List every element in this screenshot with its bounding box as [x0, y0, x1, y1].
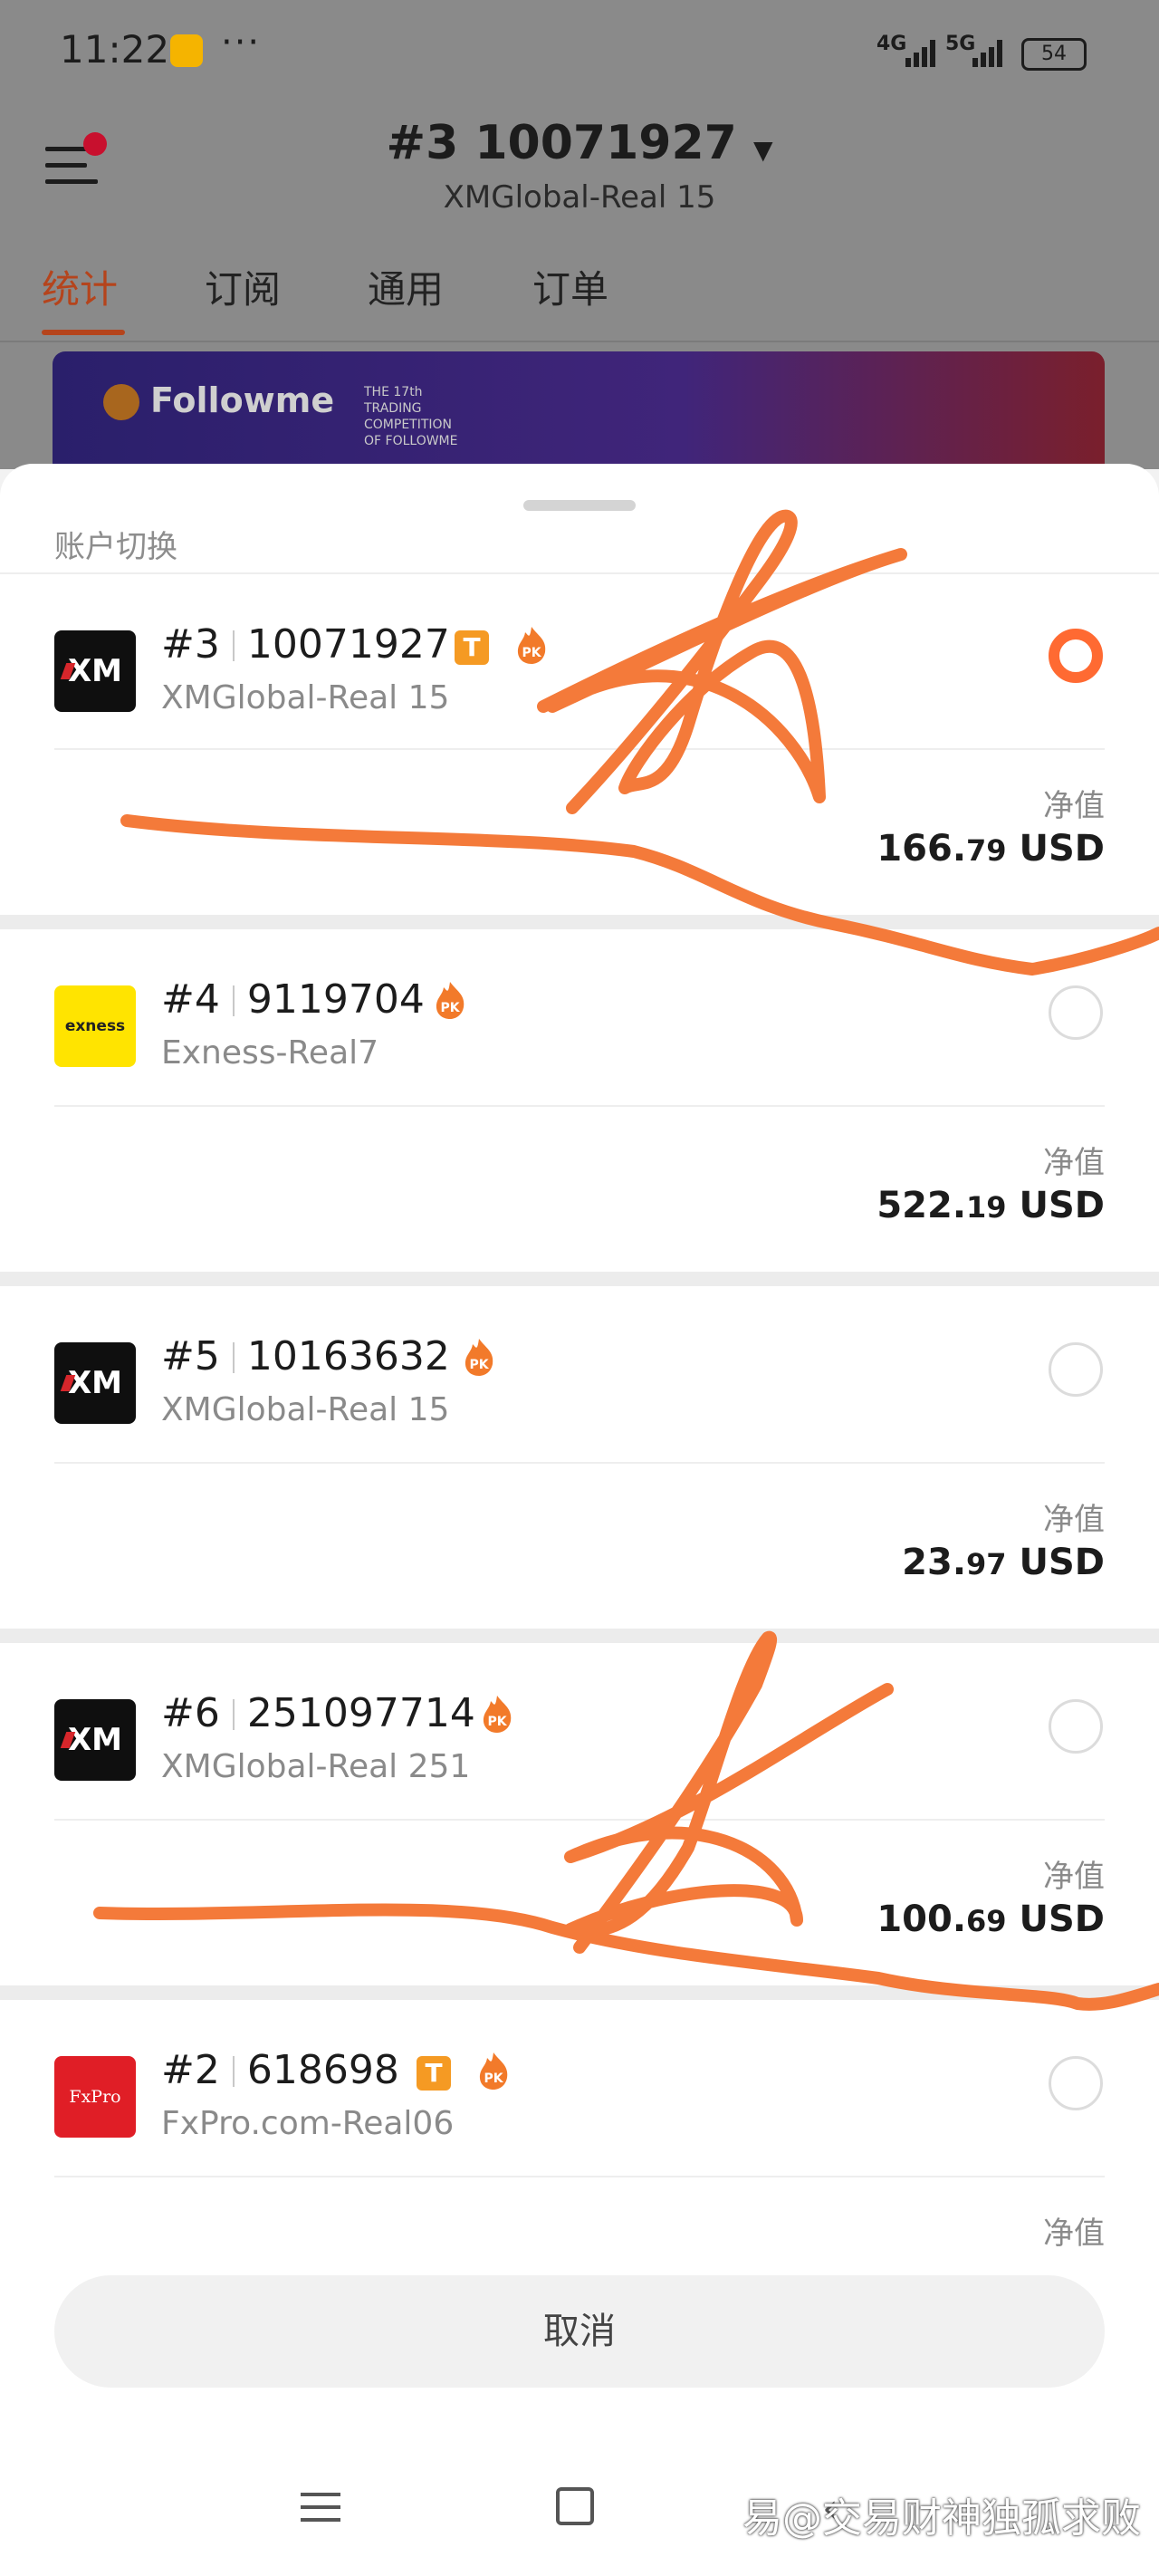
account-server-name: XMGlobal-Real 15	[161, 679, 450, 716]
xm-logo: XM	[54, 630, 136, 712]
account-title-text: #3 10071927	[386, 116, 737, 170]
network-5g-label: 5G	[945, 33, 976, 55]
sheet-title: 账户切换	[54, 529, 177, 565]
equity-label: 净值	[1043, 1859, 1105, 1895]
svg-text:PK: PK	[522, 646, 541, 660]
equity-value: 23.97 USD	[902, 1542, 1105, 1583]
equity-label: 净值	[1043, 1502, 1105, 1538]
radio-unselected[interactable]	[1049, 985, 1103, 1040]
signal-icon-2	[972, 40, 1002, 67]
cancel-button[interactable]: 取消	[54, 2275, 1105, 2388]
equity-value: 100.69 USD	[876, 1898, 1105, 1940]
radio-unselected[interactable]	[1049, 2056, 1103, 2110]
account-server: XMGlobal-Real 15	[443, 179, 716, 216]
equity-label: 净值	[1043, 1145, 1105, 1181]
account-server-name: Exness-Real7	[161, 1034, 379, 1072]
card-separator	[0, 1985, 1159, 2000]
account-title[interactable]: #3 10071927 ▼	[0, 116, 1159, 170]
followme-logo-icon	[103, 384, 139, 420]
pk-fire-icon: PK	[465, 1339, 493, 1376]
pk-fire-icon: PK	[436, 982, 465, 1019]
svg-text:PK: PK	[487, 1715, 507, 1729]
banner-brand: Followme	[150, 380, 335, 420]
t-badge: T	[417, 2056, 451, 2091]
status-more-icon: ···	[221, 22, 262, 63]
account-number: #5 10163632	[161, 1333, 450, 1379]
equity-label: 净值	[1043, 788, 1105, 824]
divider	[54, 748, 1105, 750]
xm-logo: XM	[54, 1342, 136, 1424]
svg-text:PK: PK	[484, 2071, 503, 2086]
tab-stats[interactable]: 统计	[42, 259, 118, 314]
exness-logo: exness	[54, 985, 136, 1067]
tab-general[interactable]: 通用	[368, 259, 444, 314]
network-4g-label: 4G	[876, 33, 907, 55]
notification-app-icon	[170, 34, 203, 67]
header-divider	[0, 341, 1159, 342]
watermark: 易@交易财神独孤求败	[742, 2495, 1141, 2542]
account-number: #3 10071927	[161, 621, 450, 668]
divider	[54, 1105, 1105, 1107]
signal-icon	[905, 40, 935, 67]
account-number: #4 9119704	[161, 976, 425, 1023]
account-server-name: XMGlobal-Real 15	[161, 1391, 450, 1428]
equity-value: 166.79 USD	[876, 828, 1105, 870]
pk-fire-icon: PK	[479, 2052, 508, 2090]
banner-subtitle: THE 17th TRADING COMPETITION OF FOLLOWME	[364, 385, 458, 448]
account-server-name: XMGlobal-Real 251	[161, 1748, 471, 1785]
radio-unselected[interactable]	[1049, 1699, 1103, 1754]
account-server-name: FxPro.com-Real06	[161, 2105, 455, 2142]
t-badge: T	[455, 630, 489, 665]
card-separator	[0, 1629, 1159, 1643]
svg-text:PK: PK	[440, 1001, 460, 1015]
tab-active-indicator	[42, 330, 125, 335]
card-separator	[0, 1272, 1159, 1286]
status-time: 11:22	[60, 27, 170, 72]
equity-value: 522.19 USD	[876, 1185, 1105, 1226]
radio-selected[interactable]	[1049, 629, 1103, 683]
chevron-down-icon: ▼	[752, 135, 773, 165]
sheet-grabber[interactable]	[523, 500, 636, 511]
xm-logo: XM	[54, 1699, 136, 1781]
recent-apps-icon[interactable]	[301, 2487, 340, 2527]
home-icon[interactable]	[556, 2487, 594, 2525]
divider	[54, 1819, 1105, 1821]
tab-orders[interactable]: 订单	[532, 259, 608, 314]
account-number: #2 618698	[161, 2047, 399, 2093]
account-number: #6 251097714	[161, 1690, 475, 1736]
pk-fire-icon: PK	[517, 627, 546, 664]
pk-fire-icon: PK	[483, 1696, 512, 1733]
divider	[54, 1462, 1105, 1464]
svg-text:PK: PK	[469, 1358, 489, 1372]
card-separator	[0, 915, 1159, 929]
fxpro-logo: FxPro	[54, 2056, 136, 2138]
radio-unselected[interactable]	[1049, 1342, 1103, 1397]
tab-subscribe[interactable]: 订阅	[205, 259, 281, 314]
battery-icon: 54	[1021, 38, 1087, 71]
divider	[54, 2176, 1105, 2177]
equity-label: 净值	[1043, 2216, 1105, 2252]
